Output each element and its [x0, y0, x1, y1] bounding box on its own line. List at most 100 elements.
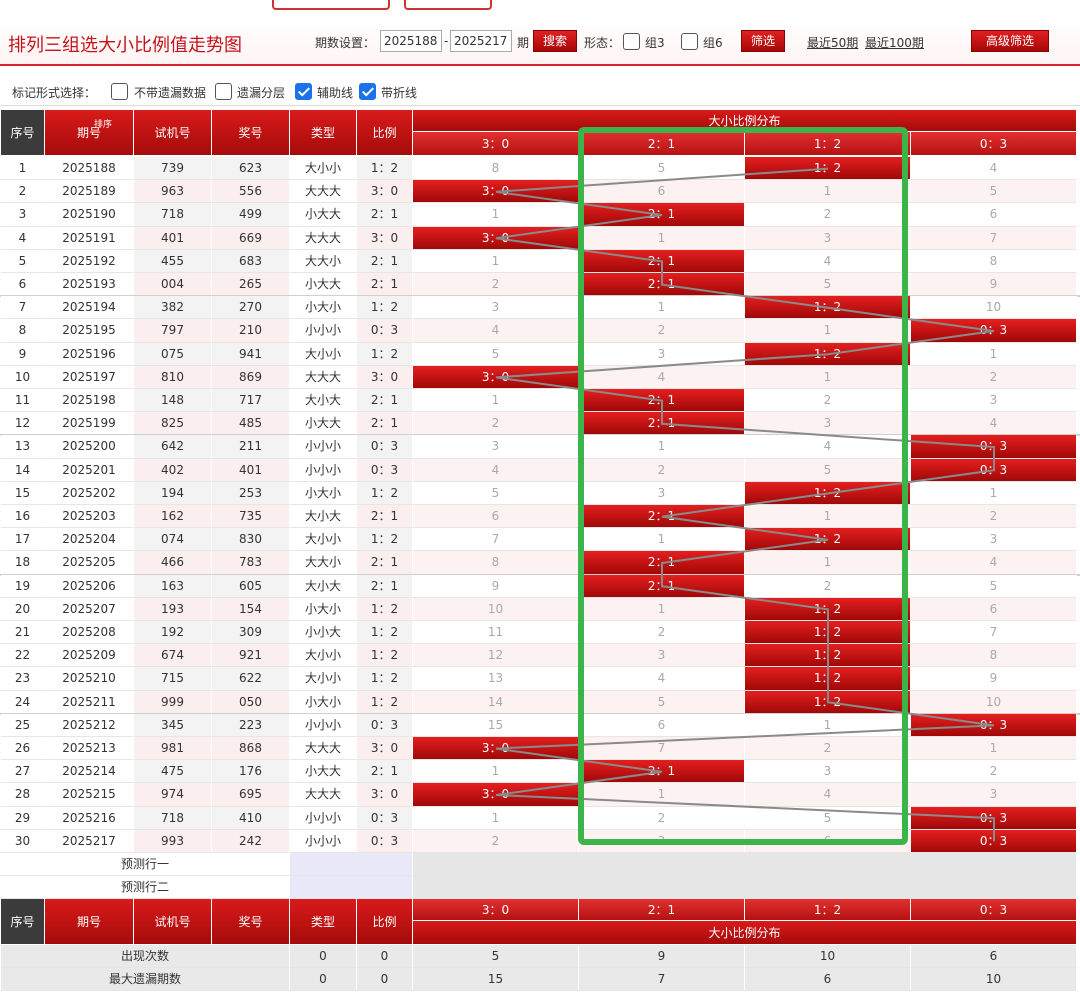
row-ratio: 1：2: [357, 667, 413, 691]
no-missing-data-label: 不带遗漏数据: [134, 86, 207, 100]
dist-miss-cell: 1: [745, 713, 911, 737]
row-idx: 6: [1, 273, 45, 297]
missing-layer-checkbox[interactable]: [215, 83, 232, 100]
polyline-checkbox[interactable]: [359, 83, 376, 100]
row-trial: 718: [134, 806, 212, 830]
dist-hit-cell: 1：2: [745, 528, 911, 552]
row-period: 2025213: [45, 737, 134, 761]
row-draw: 695: [212, 783, 290, 807]
no-missing-data-checkbox[interactable]: [111, 83, 128, 100]
row-ratio: 3：0: [357, 226, 413, 250]
dist-miss-cell: 1: [745, 319, 911, 343]
row-ratio: 1：2: [357, 528, 413, 552]
period-to-input[interactable]: [450, 30, 512, 52]
period-from-input[interactable]: [380, 30, 442, 52]
dist-miss-cell: 6: [579, 713, 745, 737]
predict-row-label[interactable]: 预测行一: [1, 853, 290, 876]
top-tab-1[interactable]: [272, 0, 390, 10]
dist-hit-cell: 2：1: [579, 412, 745, 436]
stat-value: 7: [579, 968, 745, 991]
predict-row-area[interactable]: [413, 853, 1077, 876]
predict-row-area[interactable]: [413, 876, 1077, 899]
row-type: 小小小: [290, 806, 357, 830]
row-draw: 242: [212, 829, 290, 853]
dist-miss-cell: 2: [413, 412, 579, 436]
row-trial: 192: [134, 621, 212, 645]
dist-miss-cell: 2: [579, 319, 745, 343]
row-ratio: 2：1: [357, 273, 413, 297]
row-type: 大小小: [290, 644, 357, 668]
dist-miss-cell: 7: [579, 737, 745, 761]
row-draw: 868: [212, 737, 290, 761]
row-period: 2025191: [45, 226, 134, 250]
dist-hit-cell: 0：3: [911, 435, 1077, 459]
advanced-filter-button[interactable]: 高级筛选: [971, 30, 1049, 52]
row-period: 2025206: [45, 574, 134, 598]
row-type: 大大大: [290, 226, 357, 250]
row-idx: 21: [1, 621, 45, 645]
row-draw: 154: [212, 597, 290, 621]
row-idx: 29: [1, 806, 45, 830]
dist-miss-cell: 1: [579, 597, 745, 621]
predict-row-input[interactable]: [290, 876, 413, 899]
row-ratio: 0：3: [357, 435, 413, 459]
dist-miss-cell: 2: [911, 365, 1077, 389]
group3-checkbox[interactable]: [623, 33, 640, 50]
row-type: 小大大: [290, 203, 357, 227]
row-draw: 941: [212, 342, 290, 366]
row-ratio: 3：0: [357, 180, 413, 204]
sort-toggle[interactable]: 排序: [90, 118, 116, 132]
row-period: 2025199: [45, 412, 134, 436]
row-period: 2025192: [45, 249, 134, 273]
row-draw: 605: [212, 574, 290, 598]
row-period: 2025208: [45, 621, 134, 645]
footer-header-period: 期号: [45, 899, 134, 945]
filter-button[interactable]: 筛选: [741, 30, 785, 52]
dist-col-header: 1：2: [745, 132, 911, 156]
row-draw: 050: [212, 690, 290, 714]
recent-50-link[interactable]: 最近50期: [807, 34, 858, 51]
row-ratio: 3：0: [357, 365, 413, 389]
stat-label: 出现次数: [1, 945, 290, 968]
top-tab-2[interactable]: [404, 0, 492, 10]
row-ratio: 2：1: [357, 760, 413, 784]
dist-miss-cell: 2: [745, 203, 911, 227]
recent-100-link[interactable]: 最近100期: [865, 34, 924, 51]
dist-hit-cell: 2：1: [579, 389, 745, 413]
group6-checkbox[interactable]: [681, 33, 698, 50]
header-index: 序号: [1, 110, 45, 156]
row-idx: 26: [1, 737, 45, 761]
row-idx: 12: [1, 412, 45, 436]
dist-miss-cell: 4: [413, 458, 579, 482]
row-type: 小小小: [290, 458, 357, 482]
dist-hit-cell: 0：3: [911, 713, 1077, 737]
dist-miss-cell: 3: [911, 389, 1077, 413]
row-trial: 797: [134, 319, 212, 343]
header-period[interactable]: 期号: [45, 110, 134, 156]
row-ratio: 1：2: [357, 296, 413, 320]
dist-miss-cell: 2: [745, 389, 911, 413]
row-period: 2025196: [45, 342, 134, 366]
dist-hit-cell: 0：3: [911, 829, 1077, 853]
row-period: 2025193: [45, 273, 134, 297]
row-trial: 193: [134, 597, 212, 621]
footer-header-trial: 试机号: [134, 899, 212, 945]
row-period: 2025194: [45, 296, 134, 320]
search-button[interactable]: 搜索: [533, 30, 577, 52]
predict-row-input[interactable]: [290, 853, 413, 876]
helper-line-checkbox[interactable]: [295, 83, 312, 100]
dist-miss-cell: 8: [413, 551, 579, 575]
page-title: 排列三组选大小比例值走势图: [8, 35, 242, 56]
row-idx: 2: [1, 180, 45, 204]
predict-row-label[interactable]: 预测行二: [1, 876, 290, 899]
row-idx: 5: [1, 249, 45, 273]
row-trial: 163: [134, 574, 212, 598]
top-toolbar-strip: [0, 0, 1080, 12]
row-period: 2025210: [45, 667, 134, 691]
row-period: 2025214: [45, 760, 134, 784]
row-ratio: 3：0: [357, 737, 413, 761]
dist-miss-cell: 3: [745, 760, 911, 784]
dist-miss-cell: 2: [911, 505, 1077, 529]
row-trial: 475: [134, 760, 212, 784]
row-type: 小小大: [290, 621, 357, 645]
